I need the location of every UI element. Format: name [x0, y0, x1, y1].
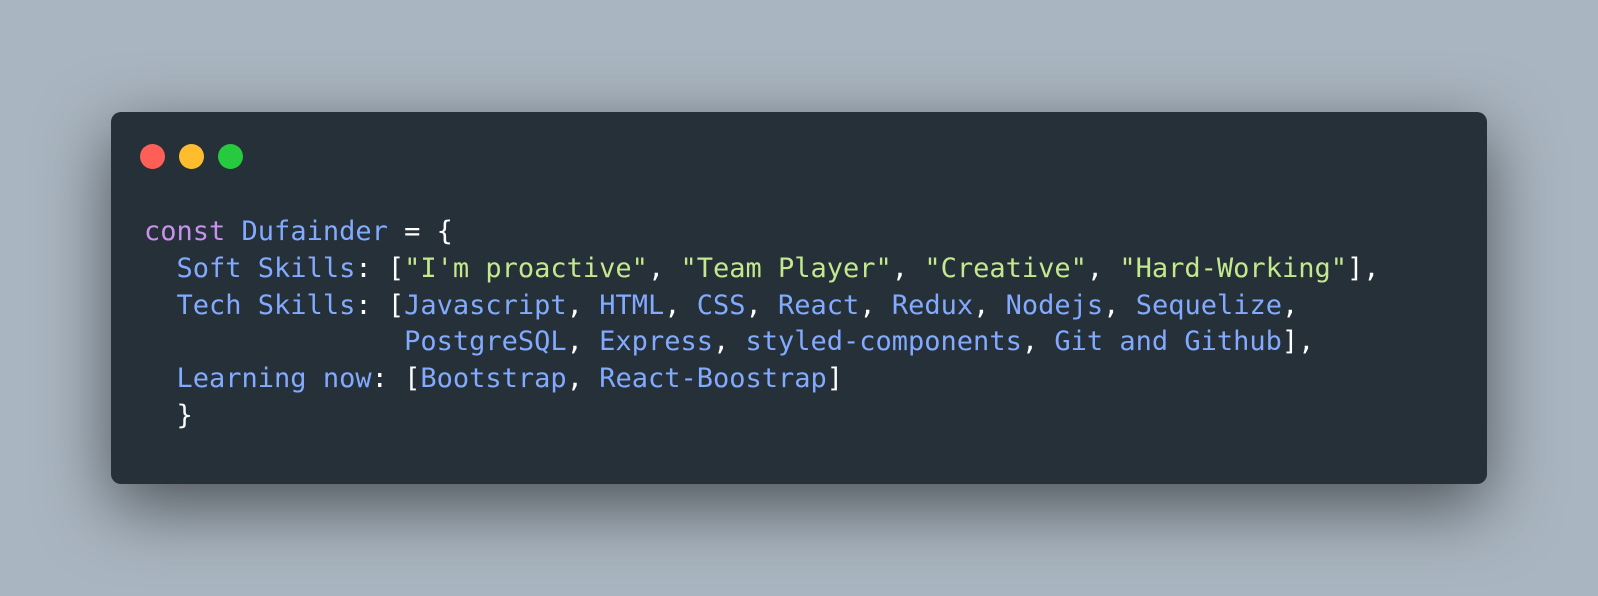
object-name: Dufainder [241, 216, 388, 247]
code-line-5: Learning now: [Bootstrap, React-Boostrap… [176, 363, 844, 395]
tech-skill-item: styled-components [745, 326, 1022, 358]
const-keyword: const [144, 216, 226, 247]
soft-skill-item: "Team Player" [680, 252, 892, 284]
window-controls [140, 144, 243, 170]
code-line-4: PostgreSQL, Express, styled-components, … [404, 326, 1315, 358]
closing-brace: } [176, 399, 193, 431]
maximize-button[interactable] [218, 144, 243, 169]
tech-skills-key: Tech Skills [176, 289, 356, 321]
tech-skill-item: HTML [599, 289, 665, 321]
code-line-1: const Dufainder = { [144, 214, 1379, 251]
learning-item: Bootstrap [420, 363, 567, 395]
learning-now-key: Learning now [176, 363, 372, 395]
soft-skill-item: "I'm proactive" [404, 252, 648, 284]
tech-skill-item: Nodejs [1005, 289, 1104, 321]
code-block: const Dufainder = { Soft Skills: ["I'm p… [144, 214, 1379, 435]
tech-skill-item: React [778, 289, 860, 321]
code-line-6: } [144, 398, 1379, 435]
code-line-3: Tech Skills: [Javascript, HTML, CSS, Rea… [176, 289, 1299, 321]
close-button[interactable] [140, 144, 165, 169]
tech-skill-item: CSS [696, 289, 746, 321]
tech-skill-item: Express [599, 326, 713, 358]
tech-skill-item: Sequelize [1135, 289, 1282, 321]
tech-skill-item: Javascript [404, 289, 567, 321]
tech-skill-item: Git and Github [1054, 326, 1282, 358]
soft-skill-item: "Hard-Working" [1119, 252, 1347, 284]
code-window: const Dufainder = { Soft Skills: ["I'm p… [111, 112, 1487, 484]
tech-skill-item: PostgreSQL [404, 326, 567, 358]
tech-skill-item: Redux [891, 289, 974, 321]
learning-item: React-Boostrap [599, 363, 827, 395]
assign-operator: = { [387, 216, 453, 247]
code-line-2: Soft Skills: ["I'm proactive", "Team Pla… [176, 252, 1380, 284]
soft-skill-item: "Creative" [924, 252, 1087, 284]
soft-skills-key: Soft Skills [176, 252, 356, 284]
minimize-button[interactable] [179, 144, 204, 169]
